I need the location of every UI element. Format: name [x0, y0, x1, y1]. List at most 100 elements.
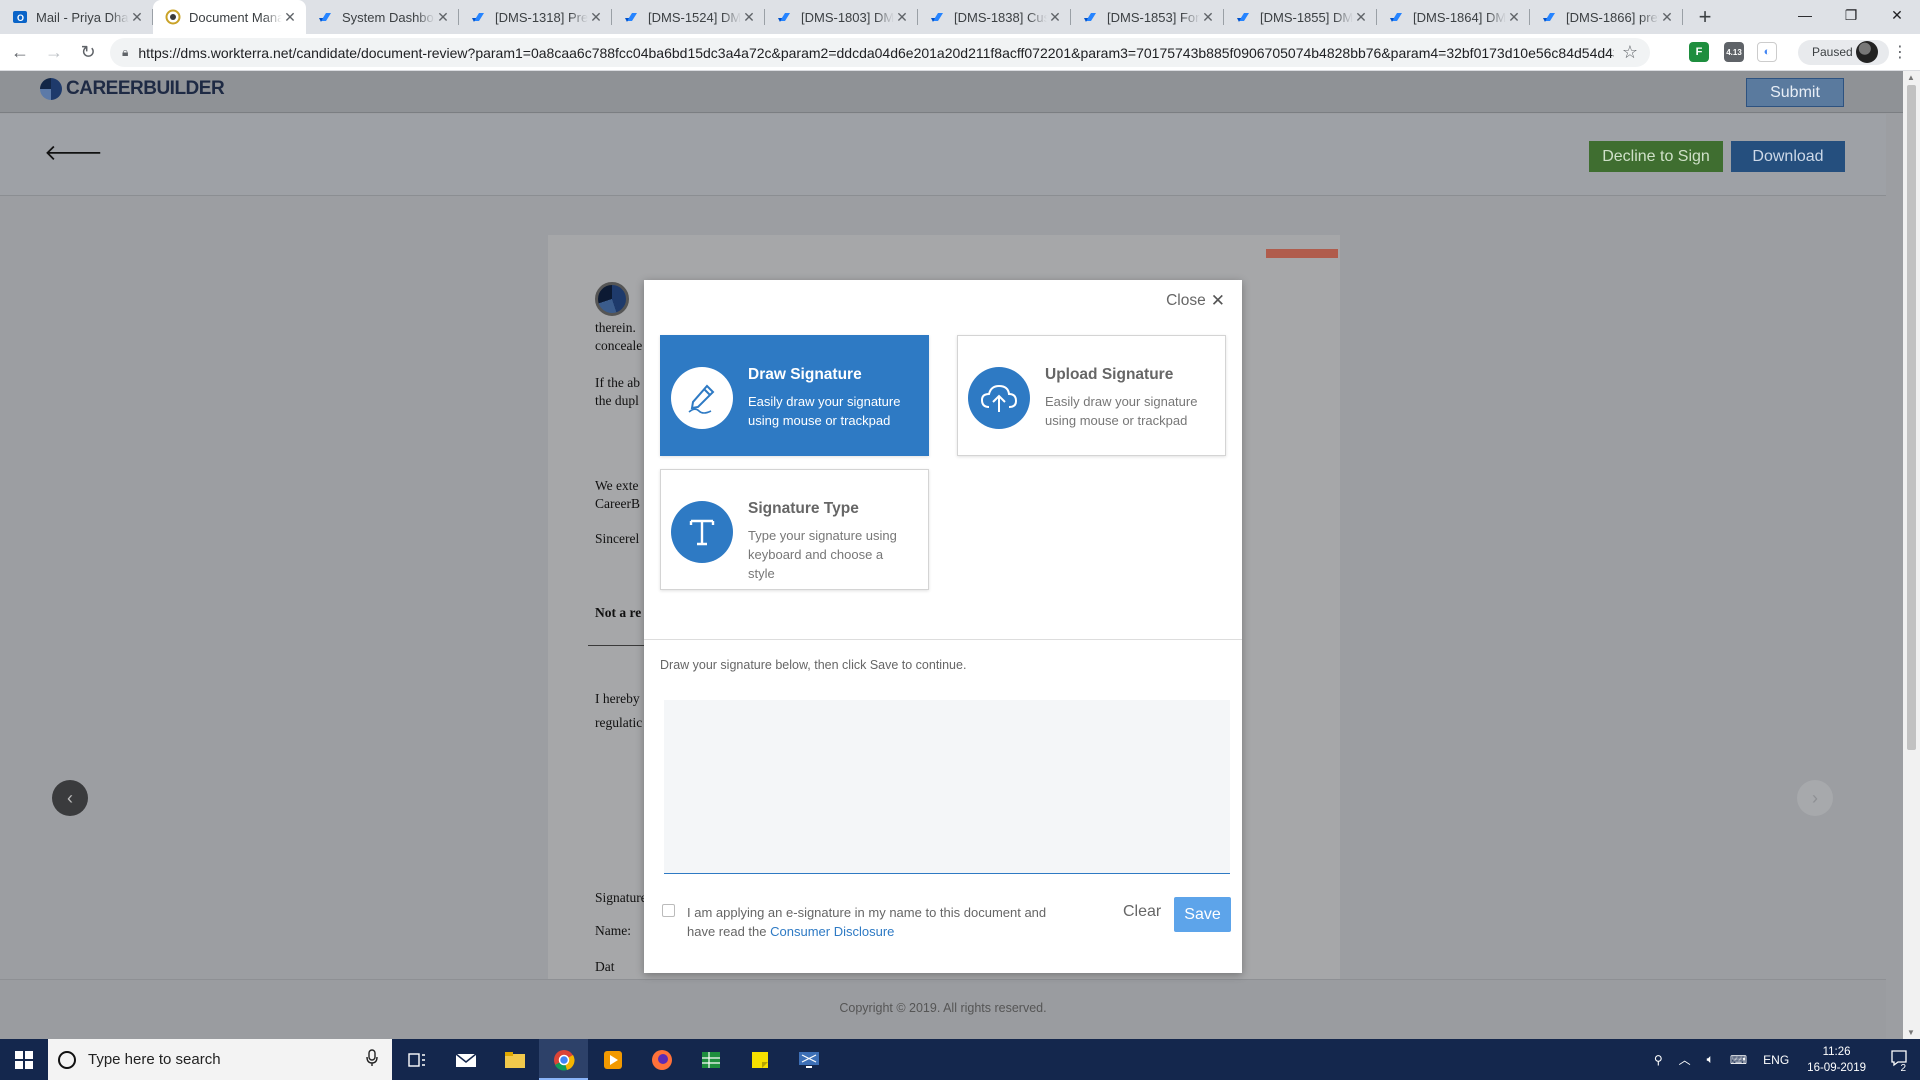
chrome-extension-icon[interactable]: ◐	[1757, 42, 1777, 62]
tab-dms-1803[interactable]: [DMS-1803] DMS ✕	[765, 0, 918, 34]
submit-button[interactable]: Submit	[1746, 78, 1844, 107]
tab-dms-1318[interactable]: [DMS-1318] Preview ✕	[459, 0, 612, 34]
signature-pad[interactable]	[664, 700, 1230, 874]
scroll-thumb[interactable]	[1907, 85, 1916, 750]
document-text: conceale	[595, 338, 643, 353]
mail-app-icon[interactable]	[441, 1039, 490, 1080]
jira-icon	[1236, 9, 1252, 25]
tab-dms-1524[interactable]: [DMS-1524] DMS ✕	[612, 0, 765, 34]
window-controls: — ❐ ✕	[1782, 0, 1920, 30]
media-player-icon[interactable]	[588, 1039, 637, 1080]
file-explorer-icon[interactable]	[490, 1039, 539, 1080]
document-logo	[595, 282, 629, 316]
scroll-up-icon[interactable]: ▲	[1907, 73, 1915, 82]
close-icon[interactable]: ✕	[588, 9, 604, 26]
next-page-button[interactable]: ›	[1797, 780, 1833, 816]
volume-icon[interactable]: 🔈︎	[1707, 1052, 1714, 1067]
jira-icon	[624, 9, 640, 25]
firefox-icon[interactable]	[637, 1039, 686, 1080]
forward-icon[interactable]: →	[40, 38, 68, 66]
previous-page-button[interactable]: ‹	[52, 780, 88, 816]
document-text: We exte	[595, 478, 639, 493]
close-icon[interactable]: ✕	[1047, 9, 1063, 26]
taskbar-search-input[interactable]: Type here to search	[48, 1039, 392, 1080]
jira-icon	[930, 9, 946, 25]
spreadsheet-app-icon[interactable]	[686, 1039, 735, 1080]
signature-label: Signature:	[595, 890, 651, 905]
document-rule	[588, 645, 648, 646]
microphone-icon[interactable]	[366, 1049, 378, 1071]
new-tab-button[interactable]: +	[1689, 0, 1721, 34]
divider	[644, 639, 1242, 640]
cloud-upload-icon	[968, 367, 1030, 429]
chevron-up-icon[interactable]: ︿	[1679, 1051, 1691, 1068]
close-icon[interactable]: ✕	[1200, 9, 1216, 26]
signature-modal: Close ✕ Draw Signature Easily draw your …	[644, 280, 1242, 973]
back-arrow-icon[interactable]: 🡐	[44, 140, 103, 166]
address-bar[interactable]: 🔒︎ https://dms.workterra.net/candidate/d…	[110, 38, 1650, 67]
tab-dms-1864[interactable]: [DMS-1864] DMS ✕	[1377, 0, 1530, 34]
tab-dms-1855[interactable]: [DMS-1855] DMS ✕	[1224, 0, 1377, 34]
page-scrollbar[interactable]: ▲ ▼	[1903, 71, 1920, 1039]
language-indicator[interactable]: ENG	[1763, 1053, 1789, 1067]
notification-count: 2	[1900, 1063, 1906, 1074]
date-label: Dat	[595, 959, 615, 974]
draw-signature-option[interactable]: Draw Signature Easily draw your signatur…	[660, 335, 929, 456]
signature-type-option[interactable]: Signature Type Type your signature using…	[660, 469, 929, 590]
taskbar: Type here to search ⚲ ︿ 🔈︎ ⌨︎ ENG 11:26 …	[0, 1039, 1920, 1080]
close-icon[interactable]: ✕	[129, 9, 145, 26]
consent-checkbox[interactable]	[662, 904, 675, 917]
close-icon[interactable]: ✕	[894, 9, 910, 26]
close-icon[interactable]: ✕	[741, 9, 757, 26]
document-text: If the ab	[595, 375, 640, 390]
keyboard-icon[interactable]: ⌨︎	[1730, 1053, 1747, 1067]
close-icon[interactable]: ✕	[1353, 9, 1369, 26]
close-icon[interactable]: ✕	[1506, 9, 1522, 26]
clear-button[interactable]: Clear	[1123, 903, 1161, 921]
avatar[interactable]	[1856, 41, 1878, 63]
browser-tabstrip: O Mail - Priya Dharshini ✕ Document Mana…	[0, 0, 1920, 34]
save-button[interactable]: Save	[1174, 897, 1231, 932]
document-icon	[165, 9, 181, 25]
page-viewport: CAREERBUILDER Submit 🡐 Decline to Sign D…	[0, 71, 1920, 1039]
chrome-app-icon[interactable]	[539, 1039, 588, 1080]
windows-start-icon[interactable]	[0, 1039, 48, 1080]
extension-badge-icon[interactable]: 4.13	[1724, 42, 1744, 62]
scroll-down-icon[interactable]: ▼	[1907, 1028, 1915, 1037]
document-toolbar: 🡐 Decline to Sign Download	[0, 114, 1886, 196]
close-icon[interactable]: ✕	[282, 9, 298, 26]
tab-mail[interactable]: O Mail - Priya Dharshini ✕	[0, 0, 153, 34]
restore-button[interactable]: ❐	[1828, 0, 1874, 30]
tab-dms-1866[interactable]: [DMS-1866] preview ✕	[1530, 0, 1683, 34]
close-icon[interactable]: ✕	[435, 9, 451, 26]
notification-center-icon[interactable]: 2	[1890, 1049, 1908, 1074]
task-view-icon[interactable]	[392, 1039, 441, 1080]
tab-document-management[interactable]: Document Management ✕	[153, 0, 306, 34]
download-button[interactable]: Download	[1731, 141, 1845, 172]
browser-toolbar: ← → ↻ 🔒︎ https://dms.workterra.net/candi…	[0, 34, 1920, 71]
people-icon[interactable]: ⚲	[1654, 1053, 1663, 1067]
sheets-extension-icon[interactable]: F	[1689, 42, 1709, 62]
star-icon[interactable]: ☆	[1622, 42, 1638, 63]
reload-icon[interactable]: ↻	[74, 38, 102, 66]
tab-dms-1853[interactable]: [DMS-1853] Form ✕	[1071, 0, 1224, 34]
jira-icon	[1542, 9, 1558, 25]
upload-signature-option[interactable]: Upload Signature Easily draw your signat…	[957, 335, 1226, 456]
lock-icon: 🔒︎	[122, 45, 129, 59]
back-icon[interactable]: ←	[6, 38, 34, 66]
tab-system-dashboard[interactable]: System Dashboard ✕	[306, 0, 459, 34]
close-window-button[interactable]: ✕	[1874, 0, 1920, 30]
document-text: Sincerel	[595, 531, 640, 546]
tab-dms-1838[interactable]: [DMS-1838] Custom ✕	[918, 0, 1071, 34]
text-type-icon	[671, 501, 733, 563]
sticky-notes-icon[interactable]	[735, 1039, 784, 1080]
minimize-button[interactable]: —	[1782, 0, 1828, 30]
close-icon[interactable]: ✕	[1659, 9, 1675, 26]
close-button[interactable]: Close ✕	[1166, 291, 1225, 311]
menu-icon[interactable]: ⋮	[1892, 42, 1908, 62]
clock[interactable]: 11:26 16-09-2019	[1807, 1044, 1866, 1076]
remote-desktop-icon[interactable]	[784, 1039, 833, 1080]
pencil-icon	[671, 367, 733, 429]
decline-to-sign-button[interactable]: Decline to Sign	[1589, 141, 1723, 172]
consumer-disclosure-link[interactable]: Consumer Disclosure	[770, 924, 894, 939]
